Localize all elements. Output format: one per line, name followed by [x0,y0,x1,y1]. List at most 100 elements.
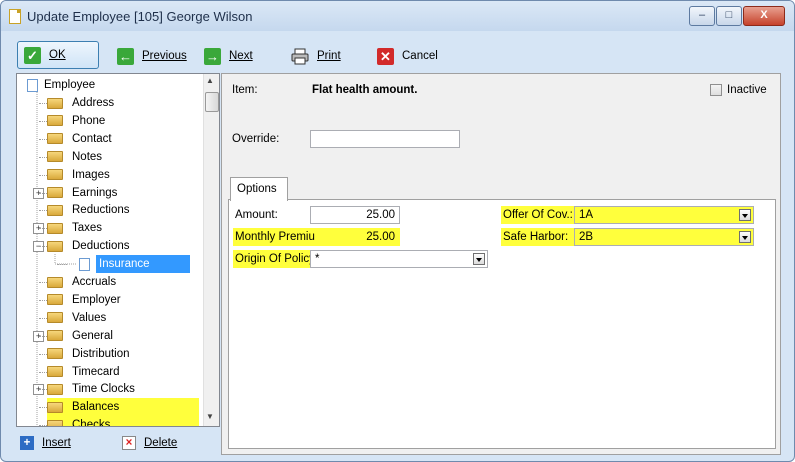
tree-item-images[interactable]: Images [47,166,113,184]
previous-button[interactable]: ← Previous [117,43,187,69]
folder-icon [47,401,63,413]
document-icon [9,9,21,24]
maximize-button[interactable]: □ [716,6,742,26]
insert-button[interactable]: + Insert [20,433,71,453]
tree-item-notes[interactable]: Notes [47,148,105,166]
tree-item-checks[interactable]: Checks [47,416,199,427]
tree-item-label: Address [72,97,115,109]
amount-label: Amount: [235,209,278,221]
close-button[interactable]: X [743,6,785,26]
folder-icon [47,222,63,234]
content-area: Employee Address Phone Contact Notes Images +… [16,73,781,455]
folder-icon [47,151,63,163]
tree-item-label: Phone [72,114,106,127]
offer-of-coverage-select[interactable]: 1A [574,206,754,224]
tree-item-balances[interactable]: Balances [47,398,199,417]
tree-item-label: General [72,329,113,342]
inactive-label: Inactive [727,84,767,96]
tree-item-general[interactable]: General [47,327,116,345]
page-icon [79,257,90,271]
tree-item-reductions[interactable]: Reductions [47,201,133,219]
cancel-button[interactable]: ✕ Cancel [377,43,438,69]
tree-item-earnings[interactable]: Earnings [47,184,120,202]
delete-label: Delete [144,437,178,449]
dropdown-arrow-icon[interactable] [739,231,751,243]
tree-root-employee[interactable]: Employee [27,76,95,94]
arrow-right-icon: → [204,47,221,65]
folder-icon [47,97,63,109]
folder-icon [47,330,63,342]
tree-actions: + Insert × Delete [16,429,218,455]
folder-icon [47,312,63,324]
inactive-checkbox[interactable] [710,84,722,96]
tree-item-values[interactable]: Values [47,309,109,327]
tree-item-label: Accruals [72,276,117,288]
offer-of-coverage-value: 1A [579,209,594,221]
origin-of-policy-label: Origin Of Policy: [233,250,315,268]
insert-label: Insert [42,437,71,449]
folder-icon [47,115,63,127]
tree-connector [57,264,67,266]
origin-of-policy-select[interactable]: * [310,250,488,268]
options-tab-page: Amount: 25.00 Monthly Premiu 25.00 Origi… [228,199,776,449]
safe-harbor-select[interactable]: 2B [574,228,754,246]
tree-item-employer[interactable]: Employer [47,291,124,309]
tree-item-label: Notes [72,150,103,163]
ok-label: OK [49,49,66,61]
tree-root-label: Employee [44,79,96,91]
amount-input[interactable]: 25.00 [310,206,400,224]
folder-icon [47,366,63,377]
tree-item-label: Deductions [72,240,130,253]
item-label: Item: [232,84,258,96]
tree-item-label: Checks [72,419,111,427]
tree-item-label: Timecard [72,365,120,378]
toolbar: ✓ OK ← Previous → Next Print ✕ Cancel [9,39,786,73]
tree-item-accruals[interactable]: Accruals [47,273,119,291]
delete-button[interactable]: × Delete [122,433,177,453]
tab-options[interactable]: Options [230,177,288,201]
tree-item-label: Balances [72,401,120,414]
tree-item-timecard[interactable]: Timecard [47,363,123,381]
tree-item-label: Time Clocks [72,383,135,396]
tree-item-label: Employer [72,293,121,306]
minimize-button[interactable]: – [689,6,715,26]
cancel-x-icon: ✕ [377,47,394,65]
tree-item-time-clocks[interactable]: Time Clocks [47,380,138,398]
next-button[interactable]: → Next [204,43,253,69]
folder-icon [47,383,63,395]
offer-of-coverage-label: Offer Of Cov.: [501,206,577,224]
tree-item-contact[interactable]: Contact [47,130,115,148]
ok-button[interactable]: ✓ OK [17,41,99,69]
employee-tree[interactable]: Employee Address Phone Contact Notes Images +… [16,73,220,427]
tree-item-insurance[interactable]: Insurance [79,255,190,274]
tree-item-label: Values [72,311,107,324]
override-input[interactable] [310,130,460,148]
next-label: Next [229,50,253,62]
tree-item-phone[interactable]: Phone [47,112,108,130]
folder-icon [47,204,63,216]
page-icon [27,78,38,92]
delete-x-icon: × [122,436,136,450]
tree-item-taxes[interactable]: Taxes [47,219,105,237]
tree-item-label: Reductions [72,204,130,217]
scroll-down-icon[interactable]: ▼ [206,412,214,421]
scroll-thumb[interactable] [205,92,219,112]
tree-item-distribution[interactable]: Distribution [47,345,133,363]
tree-scrollbar[interactable]: ▲ ▼ [203,74,219,426]
scroll-up-icon[interactable]: ▲ [206,76,214,85]
print-button[interactable]: Print [291,43,341,69]
title-bar[interactable]: Update Employee [105] George Wilson – □ … [1,1,794,31]
monthly-premium-label: Monthly Premiu [233,228,323,246]
printer-icon [291,48,309,65]
safe-harbor-value: 2B [579,231,594,243]
dropdown-arrow-icon[interactable] [739,209,751,221]
tree-item-deductions[interactable]: Deductions [47,237,133,255]
origin-of-policy-value: * [315,253,320,265]
dropdown-arrow-icon[interactable] [473,253,485,265]
tree-item-label: Contact [72,132,112,145]
plus-icon: + [20,436,34,450]
tree-item-label: Insurance [96,255,190,274]
override-label: Override: [232,133,280,145]
monthly-premium-input[interactable]: 25.00 [317,228,400,246]
tree-item-address[interactable]: Address [47,94,117,112]
